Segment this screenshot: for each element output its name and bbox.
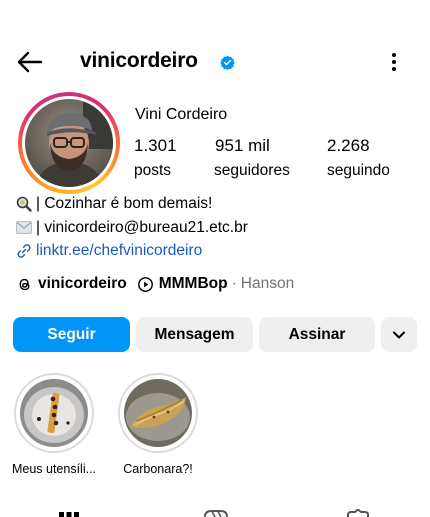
highlight-utensils[interactable] [14, 373, 94, 453]
tab-reels[interactable] [203, 508, 229, 517]
avatar[interactable] [18, 92, 120, 194]
suggested-accounts-button[interactable] [381, 317, 417, 352]
posts-count: 1.301 [134, 136, 177, 155]
arrow-left-icon [17, 51, 43, 73]
highlight-label[interactable]: Carbonara?! [103, 462, 213, 476]
verified-badge-icon [220, 55, 235, 71]
threads-icon[interactable] [16, 276, 33, 293]
tagged-icon [347, 508, 369, 517]
threads-handle[interactable]: vinicordeiro [38, 275, 127, 293]
profile-username: vinicordeiro [80, 49, 198, 72]
magnifier-emoji-icon [16, 196, 32, 212]
back-button[interactable] [14, 48, 46, 76]
threads-music-row: vinicordeiro MMMBop · Hanson [16, 275, 294, 293]
profile-full-name: Vini Cordeiro [135, 106, 228, 123]
follow-button[interactable]: Seguir [13, 317, 130, 352]
more-vertical-icon [392, 53, 396, 71]
play-circle-icon[interactable] [137, 276, 154, 293]
highlight-carbonara-image [124, 379, 192, 447]
bio-text-1: | Cozinhar é bom demais! [36, 195, 213, 212]
reels-icon [204, 510, 228, 517]
followers-count[interactable]: 951 mil [215, 136, 270, 156]
link-icon [17, 244, 31, 258]
grid-icon [59, 512, 79, 517]
tab-posts-grid[interactable] [57, 508, 81, 517]
music-separator: · [231, 275, 237, 292]
message-button[interactable]: Mensagem [136, 317, 253, 352]
posts-label: posts [134, 162, 172, 179]
avatar-photo [25, 99, 113, 187]
bio-link-text[interactable]: linktr.ee/chefvinicordeiro [36, 242, 202, 259]
more-options-button[interactable] [384, 49, 404, 75]
subscribe-button[interactable]: Assinar [259, 317, 375, 352]
music-artist: Hanson [240, 275, 295, 292]
bio-text-2: | vinicordeiro@bureau21.etc.br [36, 219, 248, 236]
bio-line-1: | Cozinhar é bom demais! [16, 195, 212, 213]
highlight-utensils-image [20, 379, 88, 447]
chevron-down-icon [393, 331, 405, 338]
tab-tagged[interactable] [345, 508, 371, 517]
bio-link[interactable]: linktr.ee/chefvinicordeiro [16, 242, 202, 260]
following-label[interactable]: seguindo [327, 162, 390, 180]
following-count[interactable]: 2.268 [327, 136, 370, 156]
highlight-carbonara[interactable] [118, 373, 198, 453]
envelope-emoji-icon [16, 221, 32, 235]
followers-label[interactable]: seguidores [214, 162, 290, 180]
bio-line-2: | vinicordeiro@bureau21.etc.br [16, 219, 248, 237]
music-title[interactable]: MMMBop [159, 275, 228, 293]
highlight-label[interactable]: Meus utensíli... [0, 462, 109, 476]
